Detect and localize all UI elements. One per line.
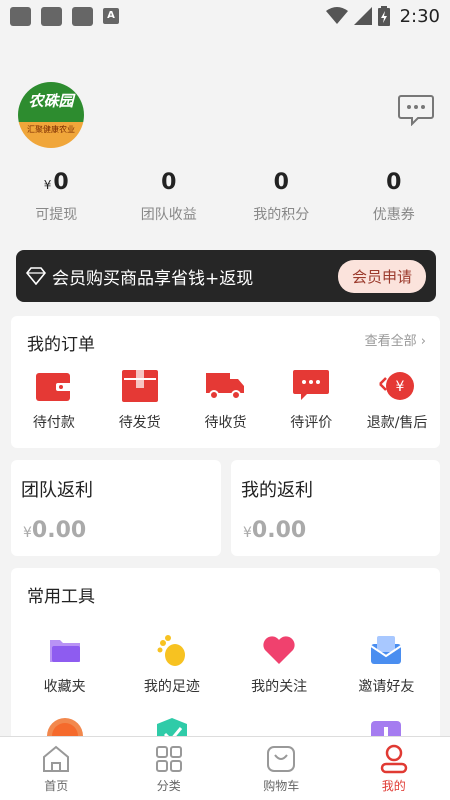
a-icon: A — [103, 8, 119, 24]
tools-title: 常用工具 — [27, 587, 95, 607]
heart-icon — [263, 636, 295, 664]
team-rebate-card[interactable]: 团队返利 ¥0.00 — [11, 460, 221, 556]
tool-favorites[interactable]: 收藏夹 — [11, 630, 118, 696]
logo-subtitle: 汇聚健康农业 — [18, 122, 84, 148]
diamond-icon — [26, 267, 46, 285]
stats-row: ¥0 可提现 0 团队收益 0 我的积分 0 优惠券 — [0, 170, 450, 230]
tool-label: 邀请好友 — [358, 679, 415, 695]
orders-title: 我的订单 — [27, 335, 95, 355]
my-rebate-card[interactable]: 我的返利 ¥0.00 — [231, 460, 440, 556]
orders-card: 我的订单 查看全部 › 待付款 待发货 待收货 待评价 ¥ 退款/售后 — [11, 316, 440, 448]
stat-coupons[interactable]: 0 优惠券 — [338, 170, 450, 230]
battery-icon — [377, 6, 390, 26]
refund-icon: ¥ — [379, 372, 415, 400]
member-apply-button[interactable]: 会员申请 — [337, 259, 426, 293]
tab-mine[interactable]: 我的 — [338, 737, 450, 800]
notification-icon — [10, 6, 31, 26]
tool-invite[interactable]: 邀请好友 — [333, 630, 440, 696]
stat-value: 0 — [273, 170, 289, 195]
clock: 2:30 — [399, 5, 440, 27]
logo-title: 农硃园 — [18, 82, 84, 122]
tool-label: 我的足迹 — [143, 679, 200, 695]
order-refund[interactable]: ¥ 退款/售后 — [354, 366, 440, 432]
bottom-tab-bar: 首页 分类 购物车 我的 — [0, 736, 450, 800]
footprint-icon — [157, 635, 185, 666]
profile-icon — [380, 744, 407, 774]
order-label: 待付款 — [32, 415, 75, 431]
my-rebate-title: 我的返利 — [241, 480, 313, 501]
my-rebate-value: 0.00 — [251, 518, 307, 543]
team-rebate-title: 团队返利 — [21, 480, 93, 501]
stat-label: 优惠券 — [372, 207, 415, 223]
stat-value: 0 — [53, 170, 69, 195]
chevron-right-icon: › — [420, 334, 426, 349]
order-label: 退款/售后 — [366, 415, 428, 431]
message-icon[interactable] — [398, 94, 434, 126]
stat-value: 0 — [161, 170, 177, 195]
notification-icon — [41, 6, 62, 26]
shop-logo[interactable]: 农硃园 汇聚健康农业 — [18, 82, 84, 148]
tab-category[interactable]: 分类 — [113, 737, 226, 800]
member-banner-text: 会员购买商品享省钱+返现 — [52, 268, 254, 289]
folder-icon — [49, 640, 80, 662]
tool-label: 我的关注 — [251, 679, 308, 695]
tool-footprints[interactable]: 我的足迹 — [118, 630, 225, 696]
stat-label: 可提现 — [35, 207, 78, 223]
tab-label: 购物车 — [263, 779, 300, 793]
stat-label: 我的积分 — [253, 207, 310, 223]
notification-icon — [72, 6, 93, 26]
member-banner: 会员购买商品享省钱+返现 会员申请 — [16, 250, 436, 302]
order-pending-receipt[interactable]: 待收货 — [183, 366, 269, 432]
order-label: 待收货 — [204, 415, 247, 431]
order-label: 待发货 — [118, 415, 161, 431]
currency-symbol: ¥ — [243, 525, 252, 541]
truck-icon — [206, 373, 245, 400]
currency-symbol: ¥ — [43, 178, 52, 192]
order-pending-review[interactable]: 待评价 — [268, 366, 354, 432]
currency-symbol: ¥ — [23, 525, 32, 541]
view-all-label: 查看全部 — [364, 334, 417, 349]
stat-points[interactable]: 0 我的积分 — [225, 170, 338, 230]
tab-label: 首页 — [44, 779, 69, 793]
tab-home[interactable]: 首页 — [0, 737, 113, 800]
home-icon — [43, 745, 70, 772]
invite-icon — [370, 636, 402, 664]
wifi-icon — [325, 7, 348, 24]
stat-value: 0 — [386, 170, 402, 195]
grid-icon — [155, 746, 182, 772]
status-bar: A 2:30 — [0, 0, 450, 32]
stat-label: 团队收益 — [140, 207, 197, 223]
tool-follows[interactable]: 我的关注 — [226, 630, 333, 696]
profile-header: 农硃园 汇聚健康农业 — [0, 32, 450, 160]
view-all-orders-link[interactable]: 查看全部 › — [365, 330, 426, 349]
order-label: 待评价 — [290, 415, 333, 431]
signal-icon — [353, 7, 372, 25]
svg-text:¥: ¥ — [396, 379, 405, 395]
tool-label: 收藏夹 — [43, 679, 86, 695]
stat-withdrawable[interactable]: ¥0 可提现 — [0, 170, 113, 230]
package-icon — [121, 370, 158, 402]
tab-cart[interactable]: 购物车 — [225, 737, 338, 800]
cart-icon — [267, 746, 296, 772]
order-pending-payment[interactable]: 待付款 — [11, 366, 97, 432]
wallet-icon — [35, 373, 72, 401]
tab-label: 分类 — [156, 779, 181, 793]
team-rebate-value: 0.00 — [31, 518, 87, 543]
comment-icon — [293, 370, 330, 400]
tab-label: 我的 — [381, 779, 406, 793]
order-pending-shipment[interactable]: 待发货 — [97, 366, 183, 432]
stat-team-earnings[interactable]: 0 团队收益 — [113, 170, 226, 230]
